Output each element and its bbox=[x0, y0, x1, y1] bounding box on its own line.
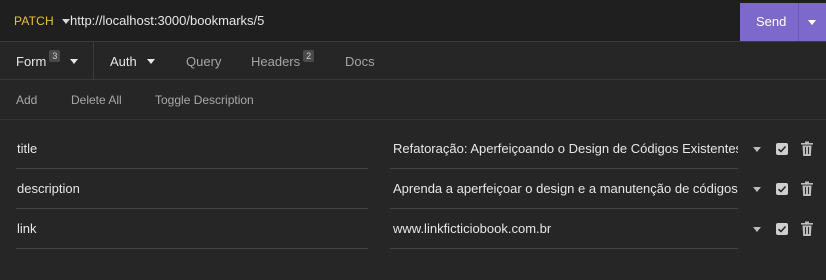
tab-headers[interactable]: Headers 2 bbox=[251, 42, 315, 80]
chevron-down-icon[interactable] bbox=[70, 58, 79, 64]
form-row: description Aprenda a aperfeiçoar o desi… bbox=[0, 169, 826, 209]
send-label: Send bbox=[756, 14, 787, 29]
delete-all-button[interactable]: Delete All bbox=[71, 80, 122, 120]
form-row: link www.linkficticiobook.com.br bbox=[0, 209, 826, 249]
chevron-down-icon[interactable] bbox=[808, 20, 816, 25]
tab-docs[interactable]: Docs bbox=[345, 42, 375, 80]
tab-docs-label: Docs bbox=[345, 53, 375, 69]
chevron-down-icon bbox=[61, 18, 70, 24]
tab-form-badge: 3 bbox=[49, 50, 61, 62]
tab-auth-label: Auth bbox=[110, 53, 137, 69]
form-actions: Add Delete All Toggle Description bbox=[0, 80, 826, 120]
tab-form[interactable]: Form 3 bbox=[0, 42, 94, 80]
checkbox-checked-icon[interactable] bbox=[776, 183, 788, 195]
send-button[interactable]: Send bbox=[740, 3, 826, 41]
tab-headers-badge: 2 bbox=[303, 50, 315, 62]
chevron-down-icon[interactable] bbox=[146, 58, 155, 64]
field-value-input[interactable]: www.linkficticiobook.com.br bbox=[390, 209, 738, 249]
toggle-description-button[interactable]: Toggle Description bbox=[155, 80, 254, 120]
checkbox-checked-icon[interactable] bbox=[776, 223, 788, 235]
method-selector[interactable]: PATCH bbox=[0, 0, 70, 42]
field-value-input[interactable]: Refatoração: Aperfeiçoando o Design de C… bbox=[390, 129, 738, 169]
tab-query-label: Query bbox=[186, 53, 222, 69]
tab-auth[interactable]: Auth bbox=[110, 42, 155, 80]
chevron-down-icon[interactable] bbox=[753, 147, 761, 152]
field-name-input[interactable]: description bbox=[16, 169, 368, 209]
tab-form-label: Form bbox=[16, 53, 47, 69]
field-name-input[interactable]: link bbox=[16, 209, 368, 249]
tab-query[interactable]: Query bbox=[186, 42, 221, 80]
method-label: PATCH bbox=[14, 14, 54, 28]
chevron-down-icon[interactable] bbox=[753, 187, 761, 192]
add-button[interactable]: Add bbox=[16, 80, 37, 120]
url-input[interactable]: http://localhost:3000/bookmarks/5 bbox=[70, 0, 264, 42]
url-bar: PATCH http://localhost:3000/bookmarks/5 … bbox=[0, 0, 826, 42]
trash-icon[interactable] bbox=[800, 221, 814, 237]
field-value-input[interactable]: Aprenda a aperfeiçoar o design e a manut… bbox=[390, 169, 738, 209]
form-row: title Refatoração: Aperfeiçoando o Desig… bbox=[0, 129, 826, 169]
chevron-down-icon[interactable] bbox=[753, 227, 761, 232]
request-tabs: Form 3 Auth Query Headers 2 Docs bbox=[0, 42, 826, 80]
send-divider bbox=[798, 3, 799, 41]
field-name-input[interactable]: title bbox=[16, 129, 368, 169]
tab-headers-label: Headers bbox=[251, 53, 301, 69]
trash-icon[interactable] bbox=[800, 181, 814, 197]
trash-icon[interactable] bbox=[800, 141, 814, 157]
checkbox-checked-icon[interactable] bbox=[776, 143, 788, 155]
